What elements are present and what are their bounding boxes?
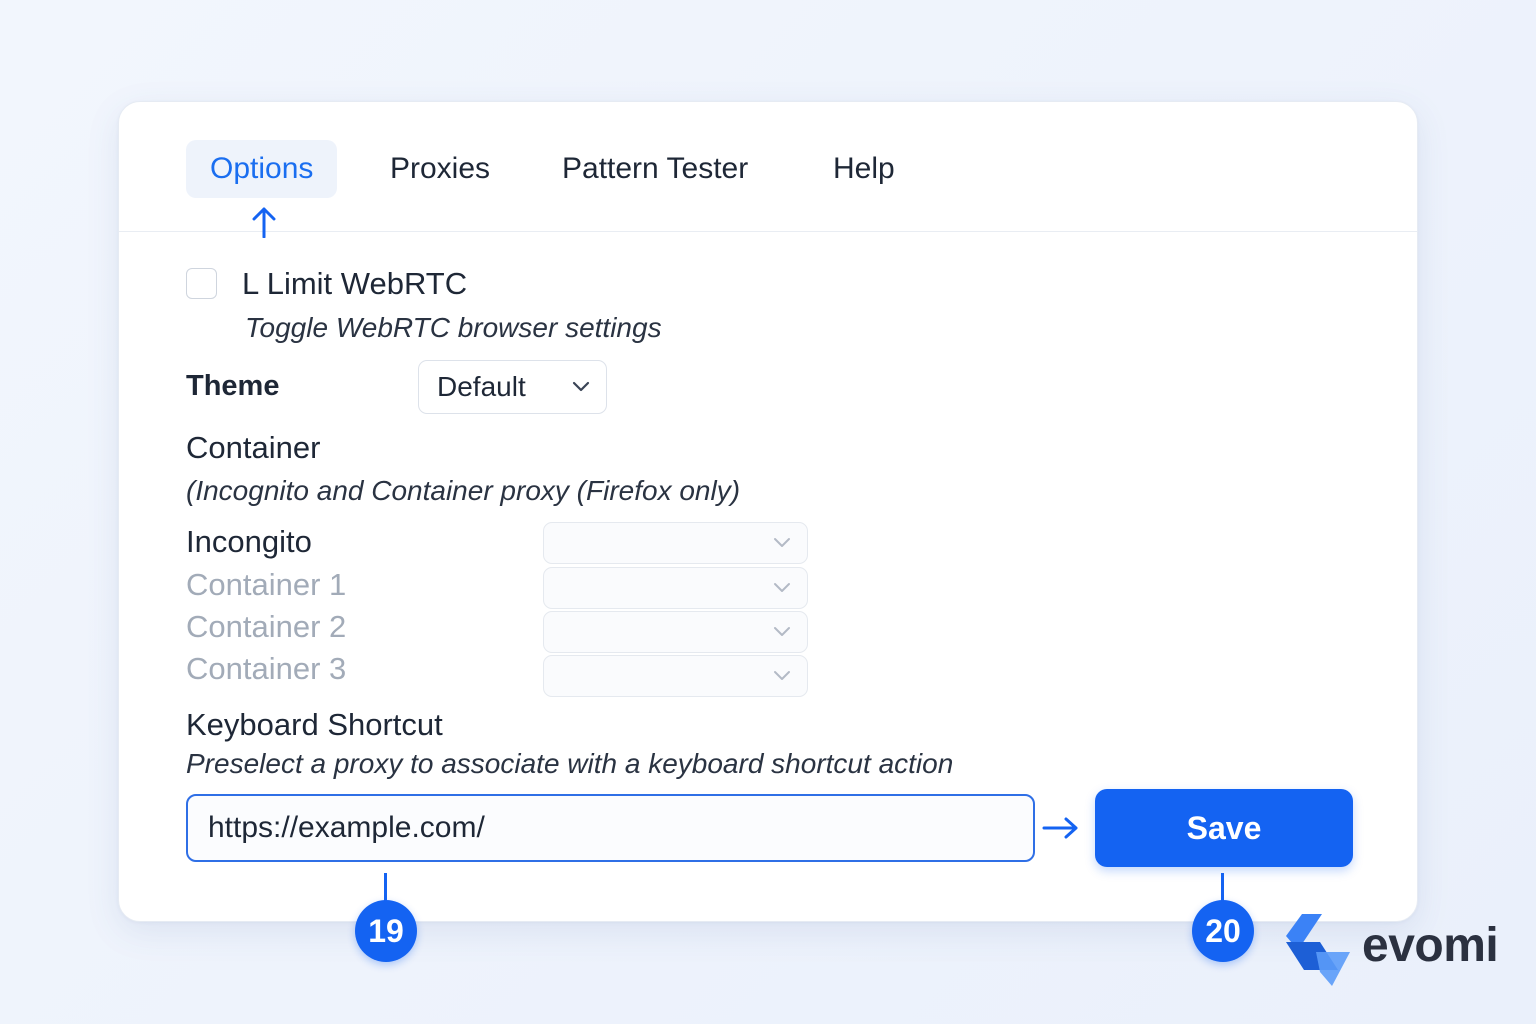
tab-options[interactable]: Options: [186, 140, 338, 198]
theme-select-value: Default: [437, 371, 526, 402]
tab-bar: Options Proxies Pattern Tester Help: [119, 102, 1417, 238]
container-2-label: Container 2: [186, 609, 347, 644]
evomi-brand-text: evomi: [1362, 919, 1499, 972]
save-button[interactable]: Save: [1095, 789, 1353, 867]
chevron-down-icon: [774, 627, 790, 636]
theme-select[interactable]: Default: [418, 360, 607, 414]
arrow-up-icon: [252, 207, 276, 238]
tab-help[interactable]: Help: [833, 140, 895, 198]
options-panel: Options Proxies Pattern Tester Help L Li…: [118, 101, 1418, 922]
chevron-down-icon: [774, 671, 790, 680]
tab-pattern-tester[interactable]: Pattern Tester: [562, 140, 748, 198]
container-2-select[interactable]: [543, 611, 808, 653]
keyboard-shortcut-description: Preselect a proxy to associate with a ke…: [186, 748, 954, 779]
callout-badge-20: 20: [1192, 900, 1254, 962]
callout-badge-19: 19: [355, 900, 417, 962]
incognito-select[interactable]: [543, 522, 808, 564]
evomi-logo-icon: [1286, 914, 1350, 986]
limit-webrtc-label: L Limit WebRTC: [242, 266, 468, 301]
shortcut-url-input[interactable]: [186, 794, 1035, 862]
chevron-down-icon: [774, 538, 790, 547]
callout-connector: [384, 873, 387, 903]
incognito-label: Incongito: [186, 524, 312, 559]
theme-label: Theme: [186, 370, 280, 402]
container-3-select[interactable]: [543, 655, 808, 697]
keyboard-shortcut-title: Keyboard Shortcut: [186, 707, 443, 742]
container-title: Container: [186, 430, 321, 465]
container-3-label: Container 3: [186, 651, 347, 686]
limit-webrtc-checkbox[interactable]: [186, 268, 217, 299]
container-1-label: Container 1: [186, 567, 347, 602]
tab-proxies[interactable]: Proxies: [390, 140, 490, 198]
callout-connector: [1221, 873, 1224, 903]
arrow-right-icon: [1042, 817, 1078, 839]
container-1-select[interactable]: [543, 567, 808, 609]
container-description: (Incognito and Container proxy (Firefox …: [186, 475, 741, 506]
limit-webrtc-description: Toggle WebRTC browser settings: [245, 312, 662, 343]
chevron-down-icon: [572, 381, 590, 392]
chevron-down-icon: [774, 583, 790, 592]
